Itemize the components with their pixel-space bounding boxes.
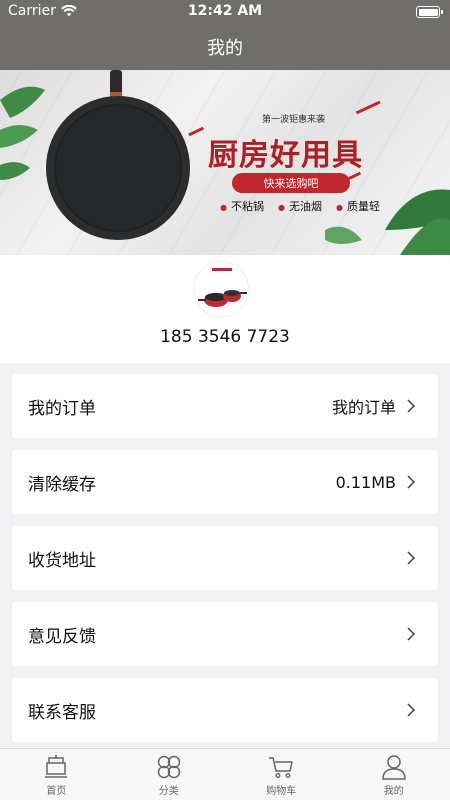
profile-section: 185 3546 7723 bbox=[0, 255, 450, 363]
chevron-right-icon bbox=[407, 627, 416, 641]
menu-item-feedback[interactable]: 意见反馈 bbox=[12, 602, 438, 666]
banner-feature: 无油烟 bbox=[278, 198, 322, 214]
menu-item-label: 收货地址 bbox=[28, 550, 96, 571]
battery-icon bbox=[416, 6, 443, 18]
banner-feature: 质量轻 bbox=[336, 198, 380, 214]
profile-icon bbox=[381, 755, 406, 780]
banner-cta[interactable]: 快来选购吧 bbox=[232, 173, 350, 193]
navigation-bar: 我的 bbox=[0, 24, 450, 70]
banner-features: 不粘锅 无油烟 质量轻 bbox=[220, 198, 380, 214]
menu-item-value: 我的订单 bbox=[331, 398, 396, 417]
menu-item-clear-cache[interactable]: 清除缓存 0.11MB bbox=[12, 450, 438, 514]
menu-item-address[interactable]: 收货地址 bbox=[12, 526, 438, 590]
tab-profile[interactable]: 我的 bbox=[338, 749, 450, 800]
menu-item-value: 0.11MB bbox=[335, 472, 396, 492]
status-bar: Carrier 12:42 AM bbox=[0, 0, 450, 24]
chevron-right-icon bbox=[407, 475, 416, 489]
home-icon bbox=[45, 755, 68, 778]
tab-cart[interactable]: 购物车 bbox=[225, 749, 338, 800]
cart-icon bbox=[269, 757, 293, 779]
avatar[interactable] bbox=[193, 261, 249, 317]
category-icon bbox=[157, 755, 180, 779]
tab-home[interactable]: 首页 bbox=[0, 749, 113, 800]
status-time: 12:42 AM bbox=[187, 3, 263, 19]
banner-subtitle: 第一波钜惠来袭 bbox=[262, 115, 326, 125]
chevron-right-icon bbox=[407, 703, 416, 717]
promo-banner[interactable]: 第一波钜惠来袭 厨房好用具 快来选购吧 不粘锅 无油烟 质量轻 bbox=[0, 70, 450, 255]
banner-feature: 不粘锅 bbox=[220, 198, 264, 214]
cookware-avatar-image bbox=[194, 262, 248, 316]
tab-label: 首页 bbox=[46, 786, 67, 797]
tab-label: 购物车 bbox=[266, 786, 297, 797]
menu-item-orders[interactable]: 我的订单 我的订单 bbox=[12, 374, 438, 438]
menu-item-label: 清除缓存 bbox=[28, 474, 96, 495]
page-title: 我的 bbox=[207, 38, 243, 59]
tab-category[interactable]: 分类 bbox=[113, 749, 226, 800]
menu-item-customer-service[interactable]: 联系客服 bbox=[12, 678, 438, 742]
tab-label: 我的 bbox=[383, 786, 404, 797]
chevron-right-icon bbox=[407, 399, 416, 413]
banner-title: 厨房好用具 bbox=[208, 138, 363, 173]
user-phone: 185 3546 7723 bbox=[160, 327, 290, 347]
menu-item-label: 联系客服 bbox=[28, 702, 96, 723]
chevron-right-icon bbox=[407, 551, 416, 565]
menu-item-label: 我的订单 bbox=[28, 398, 96, 419]
tab-label: 分类 bbox=[158, 786, 179, 797]
tab-bar: 首页 分类 购物车 我的 bbox=[0, 748, 450, 800]
menu-item-label: 意见反馈 bbox=[28, 626, 96, 647]
